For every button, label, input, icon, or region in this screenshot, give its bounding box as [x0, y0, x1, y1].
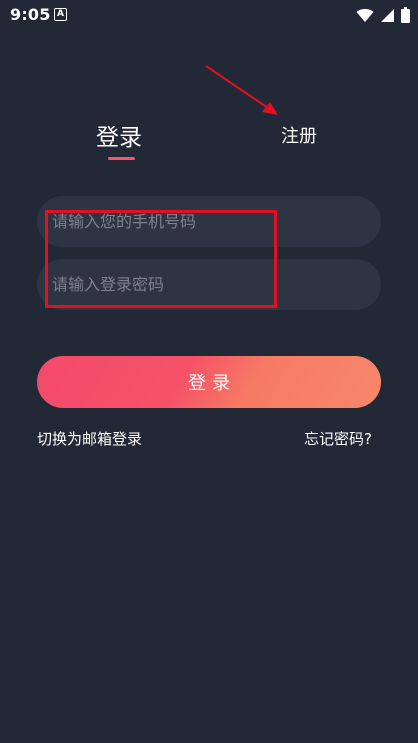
forgot-password-link[interactable]: 忘记密码?	[304, 428, 372, 449]
tab-login[interactable]: 登录	[96, 118, 142, 152]
cellular-signal-icon	[380, 8, 395, 23]
login-button[interactable]: 登录	[37, 356, 381, 408]
status-bar: 9:05 A	[0, 0, 418, 30]
wifi-icon	[356, 8, 374, 23]
tab-register[interactable]: 注册	[281, 122, 317, 148]
status-time: 9:05	[10, 5, 51, 24]
annotation-highlight-box	[45, 210, 277, 308]
tab-login-indicator	[108, 157, 135, 160]
switch-to-email-login-link[interactable]: 切换为邮箱登录	[37, 428, 142, 449]
battery-icon	[401, 7, 410, 23]
status-icons	[356, 6, 410, 24]
a-notification-icon: A	[54, 8, 67, 21]
annotation-arrow	[205, 65, 278, 115]
